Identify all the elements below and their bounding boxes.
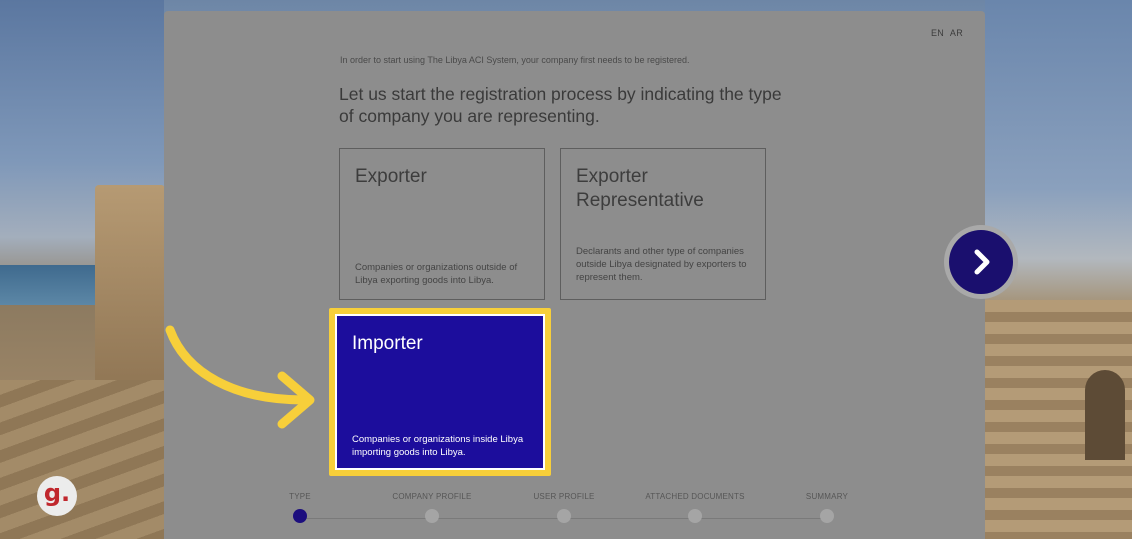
annotation-arrow-icon: [165, 325, 315, 429]
exporter-card-title: Exporter: [355, 166, 427, 187]
importer-card[interactable]: Importer Companies or organizations insi…: [337, 316, 543, 468]
exporter-card[interactable]: Exporter Companies or organizations outs…: [339, 148, 545, 300]
step-attached-documents: ATTACHED DOCUMENTS: [635, 492, 755, 523]
step-dot: [557, 509, 571, 523]
language-ar-link[interactable]: AR: [950, 28, 963, 38]
step-label: COMPANY PROFILE: [392, 492, 472, 501]
progress-stepper: TYPE COMPANY PROFILE USER PROFILE ATTACH…: [164, 492, 985, 532]
importer-card-description: Companies or organizations inside Libya …: [352, 434, 524, 458]
step-label: ATTACHED DOCUMENTS: [645, 492, 745, 501]
background-left-ruins: [0, 0, 165, 539]
exporter-card-description: Companies or organizations outside of Li…: [355, 262, 518, 286]
intro-text: In order to start using The Libya ACI Sy…: [340, 55, 690, 65]
registration-panel: EN AR In order to start using The Libya …: [164, 11, 985, 539]
page-headline: Let us start the registration process by…: [339, 84, 782, 126]
chevron-right-icon: [974, 249, 990, 275]
step-dot: [293, 509, 307, 523]
step-label: TYPE: [289, 492, 311, 501]
step-company-profile: COMPANY PROFILE: [372, 492, 492, 523]
language-switcher: EN AR: [928, 28, 963, 38]
exporter-representative-card-title: Exporter Representative: [576, 166, 704, 211]
exporter-representative-card-description: Declarants and other type of companies o…: [576, 246, 747, 283]
importer-card-title: Importer: [352, 333, 423, 354]
step-dot: [820, 509, 834, 523]
step-user-profile: USER PROFILE: [504, 492, 624, 523]
step-type: TYPE: [240, 492, 360, 523]
step-dot: [688, 509, 702, 523]
language-en-link[interactable]: EN: [931, 28, 944, 38]
next-button[interactable]: [949, 230, 1013, 294]
step-label: SUMMARY: [805, 492, 849, 501]
step-summary: SUMMARY: [767, 492, 887, 523]
exporter-representative-card[interactable]: Exporter Representative Declarants and o…: [560, 148, 766, 300]
brand-logo: g.: [37, 476, 77, 516]
step-dot: [425, 509, 439, 523]
step-label: USER PROFILE: [533, 492, 595, 501]
